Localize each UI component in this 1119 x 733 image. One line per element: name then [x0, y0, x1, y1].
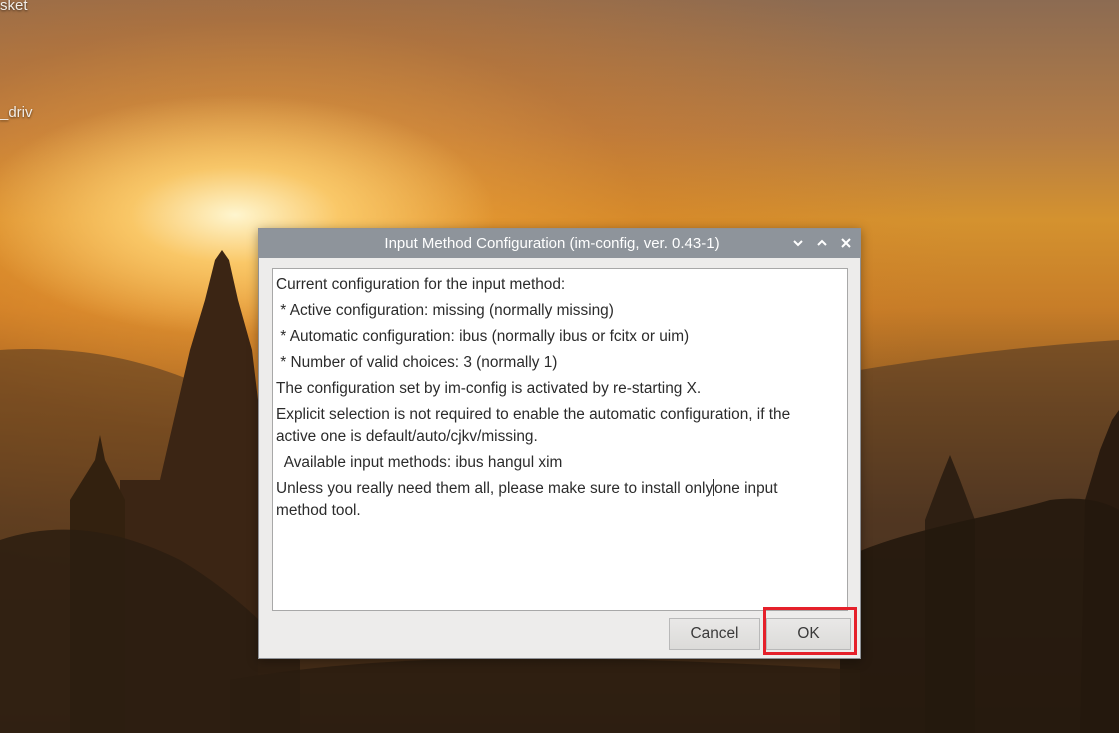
message-line: method tool. [276, 502, 361, 519]
message-text-area[interactable]: Current configuration for the input meth… [272, 268, 848, 611]
message-line: * Automatic configuration: ibus (normall… [276, 328, 690, 345]
cancel-button[interactable]: Cancel [669, 618, 760, 650]
message-line-part: one input [714, 480, 778, 497]
chevron-down-icon[interactable] [791, 236, 805, 250]
message-line: Explicit selection is not required to en… [276, 406, 791, 423]
message-line: Current configuration for the input meth… [276, 276, 566, 293]
window-title: Input Method Configuration (im-config, v… [384, 235, 720, 252]
close-icon[interactable] [839, 236, 853, 250]
titlebar[interactable]: Input Method Configuration (im-config, v… [259, 229, 860, 258]
message-line: The configuration set by im-config is ac… [276, 380, 702, 397]
message-line: * Number of valid choices: 3 (normally 1… [276, 354, 558, 371]
desktop-icon-label[interactable]: _driv [0, 104, 33, 121]
desktop-icon-label[interactable]: sket [0, 0, 28, 14]
message-line: active one is default/auto/cjkv/missing. [276, 428, 538, 445]
message-line: Unless you really need them all, please … [276, 478, 844, 500]
message-line: * Active configuration: missing (normall… [276, 302, 614, 319]
ok-button-highlight [763, 607, 857, 655]
chevron-up-icon[interactable] [815, 236, 829, 250]
im-config-dialog: Input Method Configuration (im-config, v… [258, 228, 861, 659]
message-line-part: Unless you really need them all, please … [276, 480, 714, 497]
message-line: Available input methods: ibus hangul xim [276, 454, 563, 471]
